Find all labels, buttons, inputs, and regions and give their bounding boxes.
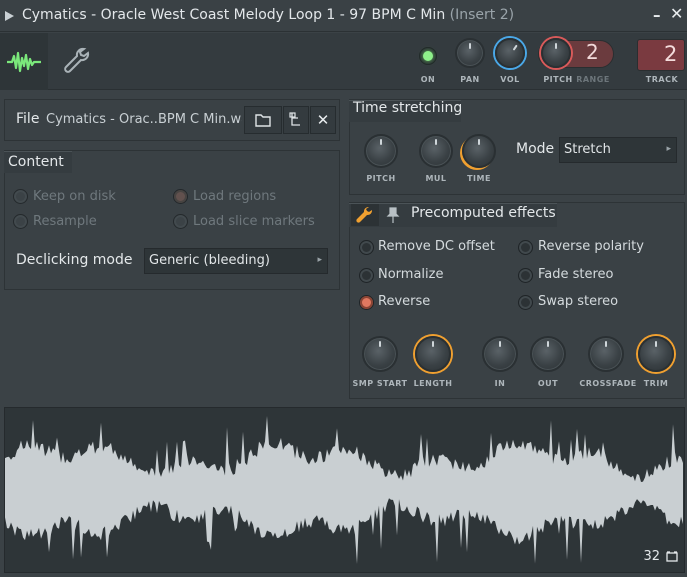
insert-label: (Insert 2) bbox=[449, 7, 515, 23]
stretch-pitch-label: PITCH bbox=[366, 174, 396, 183]
remove-dc-offset-radio[interactable] bbox=[359, 240, 374, 255]
smp-start-knob[interactable] bbox=[362, 336, 398, 372]
track-label: TRACK bbox=[645, 75, 679, 84]
pin-icon bbox=[386, 207, 400, 223]
mul-label: MUL bbox=[425, 174, 447, 183]
mode-label: Mode bbox=[516, 141, 555, 157]
tab-plugin-wrench[interactable] bbox=[60, 45, 92, 77]
trim-knob[interactable] bbox=[638, 336, 674, 372]
declicking-mode-label: Declicking mode bbox=[16, 252, 133, 268]
tab-sample-settings[interactable] bbox=[0, 33, 48, 90]
fade-out-label: OUT bbox=[537, 379, 559, 388]
folder-icon bbox=[255, 114, 271, 127]
load-regions-radio[interactable] bbox=[173, 189, 188, 204]
window-title-text: Cymatics - Oracle West Coast Melody Loop… bbox=[22, 7, 446, 23]
window-menu-icon[interactable] bbox=[5, 11, 14, 21]
wrench-icon bbox=[64, 47, 90, 73]
keep-on-disk-label: Keep on disk bbox=[33, 189, 116, 204]
remove-file-button[interactable]: ✕ bbox=[310, 106, 336, 134]
chevron-right-icon: ▸ bbox=[666, 144, 671, 154]
precomputed-wrench-button[interactable] bbox=[351, 204, 379, 226]
declicking-mode-value: Generic (bleeding) bbox=[149, 253, 270, 268]
chevron-right-icon: ▸ bbox=[317, 255, 322, 265]
minimize-button[interactable]: – bbox=[653, 6, 661, 24]
reverse-label: Reverse bbox=[378, 294, 431, 309]
swap-stereo-label: Swap stereo bbox=[538, 294, 619, 309]
mul-knob[interactable] bbox=[419, 134, 453, 168]
track-selector[interactable]: 2 bbox=[637, 39, 685, 71]
volume-label: VOL bbox=[500, 75, 520, 84]
time-knob[interactable] bbox=[462, 134, 496, 168]
time-stretching-title: Time stretching bbox=[353, 100, 463, 116]
swap-stereo-radio[interactable] bbox=[518, 295, 533, 310]
normalize-label: Normalize bbox=[378, 267, 444, 282]
crossfade-label: CROSSFADE bbox=[579, 379, 637, 388]
pitch-label: PITCH bbox=[543, 75, 573, 84]
fade-in-label: IN bbox=[494, 379, 506, 388]
waveform-shape bbox=[5, 416, 683, 564]
on-toggle[interactable] bbox=[419, 47, 437, 65]
stretch-pitch-knob[interactable] bbox=[364, 134, 398, 168]
browse-file-button[interactable] bbox=[244, 106, 282, 134]
window-title: Cymatics - Oracle West Coast Melody Loop… bbox=[22, 7, 514, 23]
resample-label: Resample bbox=[33, 214, 97, 229]
keep-on-disk-radio[interactable] bbox=[13, 189, 28, 204]
file-label: File bbox=[16, 111, 40, 127]
range-value[interactable]: 2 bbox=[586, 40, 599, 64]
locate-file-button[interactable] bbox=[283, 106, 309, 134]
fade-stereo-radio[interactable] bbox=[518, 268, 533, 283]
track-value: 2 bbox=[664, 42, 678, 66]
file-name[interactable]: Cymatics - Orac..BPM C Min.wav bbox=[46, 112, 242, 127]
volume-knob[interactable] bbox=[495, 38, 525, 68]
time-label: TIME bbox=[467, 174, 491, 183]
fade-out-knob[interactable] bbox=[530, 336, 566, 372]
load-regions-label: Load regions bbox=[193, 189, 277, 204]
crossfade-knob[interactable] bbox=[588, 336, 624, 372]
on-label: ON bbox=[420, 75, 436, 84]
pan-knob[interactable] bbox=[455, 38, 485, 68]
wrench-icon bbox=[356, 206, 373, 223]
mode-value: Stretch bbox=[564, 142, 611, 157]
reverse-radio[interactable] bbox=[359, 295, 374, 310]
load-slice-markers-label: Load slice markers bbox=[193, 214, 315, 229]
resample-radio[interactable] bbox=[13, 214, 28, 229]
zoom-fit-icon[interactable] bbox=[666, 551, 678, 563]
precomputed-effects-title: Precomputed effects bbox=[411, 205, 556, 221]
declicking-mode-dropdown[interactable]: Generic (bleeding) ▸ bbox=[144, 248, 328, 274]
length-label: LENGTH bbox=[413, 379, 453, 388]
content-title: Content bbox=[8, 154, 64, 170]
fade-in-knob[interactable] bbox=[482, 336, 518, 372]
close-window-button[interactable]: ✕ bbox=[670, 4, 683, 23]
waveform-display[interactable]: 32 bbox=[4, 407, 685, 573]
range-label: RANGE bbox=[576, 75, 610, 84]
pan-label: PAN bbox=[460, 75, 480, 84]
zoom-value[interactable]: 32 bbox=[643, 549, 660, 564]
normalize-radio[interactable] bbox=[359, 268, 374, 283]
remove-dc-offset-label: Remove DC offset bbox=[378, 239, 495, 254]
on-led-icon bbox=[423, 51, 433, 61]
reverse-polarity-label: Reverse polarity bbox=[538, 239, 644, 254]
load-slice-markers-radio[interactable] bbox=[173, 214, 188, 229]
pitch-knob[interactable] bbox=[541, 38, 571, 68]
trim-label: TRIM bbox=[643, 379, 669, 388]
reverse-polarity-radio[interactable] bbox=[518, 240, 533, 255]
fade-stereo-label: Fade stereo bbox=[538, 267, 614, 282]
file-tree-icon bbox=[289, 112, 300, 126]
waveform-tab-icon bbox=[7, 51, 41, 73]
title-bar[interactable]: Cymatics - Oracle West Coast Melody Loop… bbox=[0, 0, 687, 32]
mode-dropdown[interactable]: Stretch ▸ bbox=[559, 137, 677, 163]
waveform-graphic bbox=[5, 416, 683, 564]
smp-start-label: SMP START bbox=[352, 379, 408, 388]
close-icon: ✕ bbox=[316, 111, 330, 129]
precomputed-lock-button[interactable] bbox=[385, 206, 401, 224]
length-knob[interactable] bbox=[415, 336, 451, 372]
